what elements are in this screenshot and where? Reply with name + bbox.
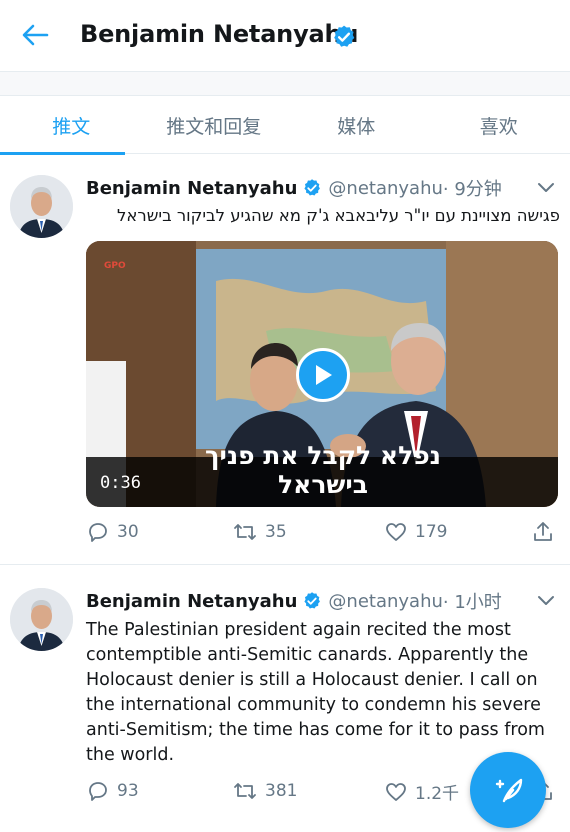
tweet-header: Benjamin Netanyahu @netanyahu · 1小时	[86, 588, 502, 614]
header-separator	[0, 72, 570, 96]
reply-count: 93	[117, 781, 139, 801]
retweet-icon	[234, 783, 256, 799]
profile-header: Benjamin Netanyahu	[0, 0, 570, 72]
verified-badge-icon	[302, 178, 322, 198]
tweet-timestamp: · 9分钟	[442, 179, 502, 200]
author-name[interactable]: Benjamin Netanyahu	[86, 591, 297, 612]
chevron-down-icon	[538, 596, 554, 605]
tweet-text: פגישה מצויינת עם יו"ר עליבאבא ג'ק מא שהג…	[116, 206, 560, 225]
gpo-logo: GPO	[104, 261, 126, 271]
reply-button[interactable]: 93	[86, 779, 139, 803]
verified-badge-icon	[331, 24, 357, 54]
arrow-left-icon	[22, 24, 49, 46]
play-icon	[316, 365, 332, 385]
reply-button[interactable]: 30	[86, 520, 139, 544]
profile-tabs: 推文 推文和回复 媒体 喜欢	[0, 96, 570, 155]
reply-icon	[89, 782, 107, 801]
chevron-down-icon	[538, 183, 554, 192]
tab-tweets[interactable]: 推文	[0, 96, 143, 155]
heart-icon	[386, 782, 406, 801]
video-player[interactable]: GPO 0:36 נפלא לקבל את פניך בישראל	[86, 241, 558, 507]
video-duration: 0:36	[100, 473, 141, 493]
profile-name-title: Benjamin Netanyahu	[80, 20, 359, 48]
avatar[interactable]	[10, 588, 73, 651]
tweet-menu-button[interactable]	[536, 177, 556, 197]
share-button[interactable]	[532, 520, 561, 544]
reply-icon	[89, 523, 107, 542]
retweet-count: 35	[265, 522, 287, 542]
tweet-menu-button[interactable]	[536, 590, 556, 610]
play-button[interactable]	[296, 348, 350, 402]
reply-count: 30	[117, 522, 139, 542]
retweet-count: 381	[265, 781, 298, 801]
tab-media[interactable]: 媒体	[285, 96, 428, 154]
tweet-header: Benjamin Netanyahu @netanyahu · 9分钟	[86, 175, 502, 201]
compose-tweet-button[interactable]	[470, 752, 546, 828]
tweet[interactable]: Benjamin Netanyahu @netanyahu · 9分钟 פגיש…	[0, 155, 570, 565]
author-handle[interactable]: @netanyahu	[328, 591, 442, 612]
like-button[interactable]: 1.2千	[384, 779, 459, 804]
avatar[interactable]	[10, 175, 73, 238]
like-count: 179	[415, 522, 448, 542]
retweet-button[interactable]: 35	[232, 520, 287, 544]
tab-likes[interactable]: 喜欢	[428, 96, 570, 154]
tweet-text: The Palestinian president again recited …	[86, 620, 545, 765]
tweet-actions: 30 35 179	[86, 520, 558, 550]
verified-badge-icon	[302, 591, 322, 611]
share-icon	[534, 522, 552, 541]
tab-tweets-and-replies[interactable]: 推文和回复	[143, 96, 286, 154]
back-button[interactable]	[18, 18, 52, 52]
video-caption: נפלא לקבל את פניך בישראל	[205, 441, 441, 499]
retweet-icon	[234, 524, 256, 540]
like-count: 1.2千	[415, 784, 460, 804]
retweet-button[interactable]: 381	[232, 779, 297, 803]
tweet-timestamp: · 1小时	[442, 592, 502, 613]
author-name[interactable]: Benjamin Netanyahu	[86, 178, 297, 199]
like-button[interactable]: 179	[384, 520, 447, 544]
author-handle[interactable]: @netanyahu	[328, 178, 442, 199]
heart-icon	[386, 523, 406, 541]
compose-feather-icon	[495, 778, 523, 803]
